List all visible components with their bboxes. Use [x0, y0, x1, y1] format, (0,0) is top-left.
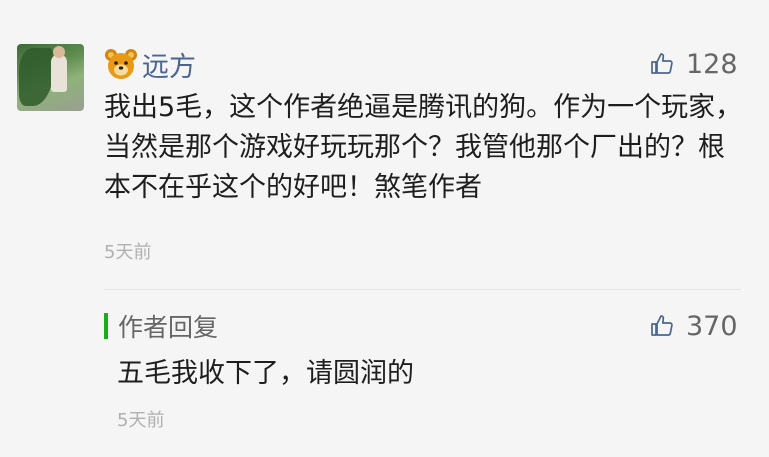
reply-header: 作者回复	[104, 307, 218, 345]
avatar-plant	[19, 48, 53, 106]
avatar[interactable]	[17, 44, 84, 111]
avatar-head	[53, 46, 65, 58]
reply-like-count: 370	[686, 310, 738, 342]
reply-accent-bar	[104, 313, 108, 339]
comment-like-count: 128	[686, 48, 738, 80]
author-name[interactable]: 远方	[142, 45, 196, 84]
thumbs-up-icon	[651, 53, 673, 74]
author-row: 远方	[104, 44, 196, 84]
reply-label: 作者回复	[118, 313, 219, 342]
comment-like-button[interactable]: 128	[650, 44, 738, 84]
comment-text: 我出5毛，这个作者绝逼是腾讯的狗。作为一个玩家，当然是那个游戏好玩玩那个？我管他…	[104, 92, 743, 203]
reply-time: 5天前	[117, 410, 165, 431]
divider	[104, 289, 741, 290]
reply-like-button[interactable]: 370	[650, 307, 738, 345]
avatar-figure	[51, 54, 67, 92]
thumbs-up-icon	[651, 315, 673, 336]
comment-time: 5天前	[104, 242, 152, 263]
reply-text: 五毛我收下了，请圆润的	[117, 358, 414, 389]
bear-emoji-icon	[105, 49, 137, 79]
